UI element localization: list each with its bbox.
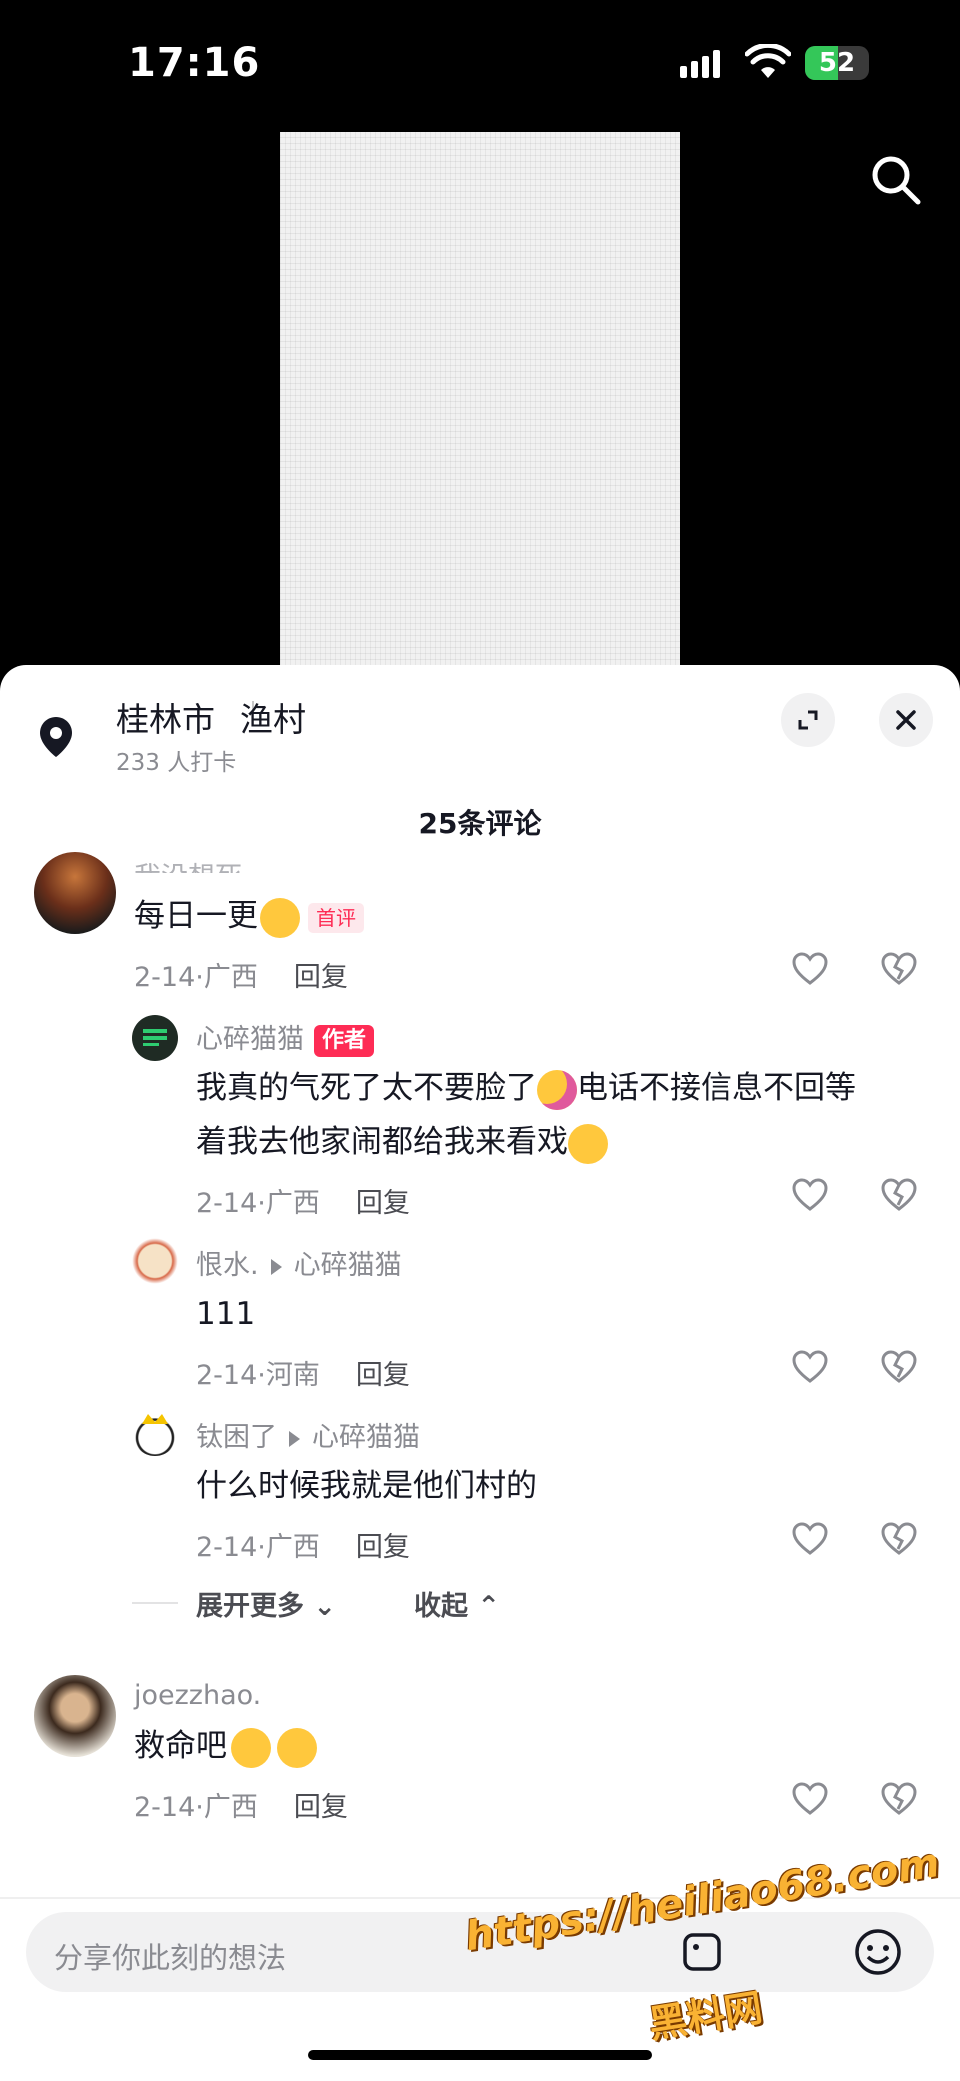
chevron-up-icon: ⌃: [477, 1591, 501, 1622]
reply-text-line1b: 电话不接信息不回等: [577, 1070, 856, 1106]
dislike-broken-heart-icon[interactable]: [879, 1519, 919, 1559]
like-heart-icon[interactable]: [790, 1779, 830, 1819]
reply-date: 2-14: [196, 1360, 258, 1391]
comment-text-content: 每日一更: [134, 898, 258, 934]
reply-username-text[interactable]: 恨水.: [196, 1250, 259, 1281]
battery-level: 52: [818, 48, 856, 78]
reply-text-line1: 我真的气死了太不要脸了: [196, 1070, 537, 1106]
comment-text: 每日一更 首评: [134, 889, 364, 943]
reply-meta: 2-14·广西 回复: [196, 1532, 410, 1563]
author-badge: 作者: [314, 1024, 375, 1057]
video-preview[interactable]: [280, 132, 680, 672]
flushed-emoji-icon: [568, 1123, 608, 1164]
comment-input-placeholder[interactable]: 分享你此刻的想法: [54, 1935, 286, 1977]
reply-username-text[interactable]: 心碎猫猫: [196, 1024, 304, 1055]
reply-username: 钛困了 心碎猫猫: [196, 1415, 420, 1454]
comment-meta: 2-14·广西 回复: [134, 962, 348, 993]
collapse-button[interactable]: 收起 ⌃: [414, 1584, 500, 1623]
reply-meta: 2-14·广西 回复: [196, 1188, 410, 1219]
expand-icon: [798, 710, 818, 730]
battery-icon: 52: [805, 46, 869, 80]
avatar[interactable]: [132, 1238, 178, 1284]
reply-button[interactable]: 回复: [294, 962, 348, 993]
reply-date: 2-14: [196, 1532, 258, 1563]
reply-username: 恨水. 心碎猫猫: [196, 1243, 402, 1282]
like-heart-icon[interactable]: [790, 1347, 830, 1387]
like-heart-icon[interactable]: [790, 949, 830, 989]
comment-username[interactable]: 我没想死: [134, 855, 242, 873]
comment-date: 2-14: [134, 1792, 196, 1823]
chevron-down-icon: ⌄: [313, 1591, 337, 1622]
like-dislike-group: [790, 1779, 919, 1819]
reply-text: 我真的气死了太不要脸了 电话不接信息不回等 着我去他家闹都给我来看戏: [196, 1061, 926, 1169]
close-icon: [896, 710, 916, 730]
comment-region: 广西: [203, 962, 258, 993]
like-heart-icon[interactable]: [790, 1175, 830, 1215]
laughing-emoji-icon: [260, 897, 300, 938]
like-dislike-group: [790, 1175, 919, 1215]
reply-button[interactable]: 回复: [356, 1360, 410, 1391]
dislike-broken-heart-icon[interactable]: [879, 1347, 919, 1387]
avatar[interactable]: [34, 1675, 116, 1757]
reply-text: 111: [196, 1296, 256, 1332]
dislike-broken-heart-icon[interactable]: [879, 949, 919, 989]
close-button[interactable]: [879, 693, 933, 747]
reply-username-text[interactable]: 钛困了: [196, 1422, 277, 1453]
reply-button[interactable]: 回复: [294, 1792, 348, 1823]
comment-count: 25条评论: [418, 807, 542, 840]
avatar[interactable]: [132, 1410, 178, 1456]
comment-date: 2-14: [134, 962, 196, 993]
like-dislike-group: [790, 949, 919, 989]
reply-region: 广西: [265, 1188, 320, 1219]
home-indicator: [308, 2050, 652, 2060]
comment-meta: 2-14·广西 回复: [134, 1792, 348, 1823]
reply-username: 心碎猫猫 作者: [196, 1017, 375, 1057]
location-place[interactable]: 渔村: [240, 693, 306, 741]
expand-more-button[interactable]: 展开更多 ⌄: [196, 1584, 336, 1623]
first-comment-badge: 首评: [308, 902, 364, 933]
comment-text: 救命吧: [134, 1719, 317, 1773]
reply-to-username[interactable]: 心碎猫猫: [294, 1250, 402, 1281]
collapse-label: 收起: [414, 1591, 468, 1622]
reply-arrow-icon: [270, 1258, 282, 1275]
comment-region: 广西: [203, 1792, 258, 1823]
reply-text-line2: 着我去他家闹都给我来看戏: [196, 1124, 568, 1160]
like-heart-icon[interactable]: [790, 1519, 830, 1559]
thread-divider: [132, 1602, 178, 1604]
like-dislike-group: [790, 1519, 919, 1559]
expand-button[interactable]: [781, 693, 835, 747]
reply-button[interactable]: 回复: [356, 1532, 410, 1563]
expand-more-label: 展开更多: [196, 1591, 304, 1622]
wifi-icon: [744, 42, 792, 84]
search-icon[interactable]: [866, 150, 926, 210]
checkin-count: 233 人打卡: [116, 750, 237, 776]
cellular-signal-icon: [680, 50, 724, 78]
dislike-broken-heart-icon[interactable]: [879, 1779, 919, 1819]
image-picker-icon[interactable]: [680, 1930, 724, 1978]
reply-date: 2-14: [196, 1188, 258, 1219]
location-pin-icon: [38, 715, 74, 763]
reply-button[interactable]: 回复: [356, 1188, 410, 1219]
dislike-broken-heart-icon[interactable]: [879, 1175, 919, 1215]
reply-to-username[interactable]: 心碎猫猫: [312, 1422, 420, 1453]
avatar[interactable]: [34, 852, 116, 934]
location-city[interactable]: 桂林市: [116, 693, 215, 741]
comment-text-content: 救命吧: [134, 1728, 227, 1764]
comment-username[interactable]: joezzhao.: [134, 1680, 261, 1711]
reply-text: 什么时候我就是他们村的: [196, 1468, 537, 1504]
dizzy-emoji-icon: [277, 1727, 317, 1768]
avatar[interactable]: [132, 1015, 178, 1061]
emoji-picker-icon[interactable]: [852, 1926, 904, 1982]
reply-meta: 2-14·河南 回复: [196, 1360, 410, 1391]
reply-region: 广西: [265, 1532, 320, 1563]
dizzy-emoji-icon: [231, 1727, 271, 1768]
like-dislike-group: [790, 1347, 919, 1387]
reply-region: 河南: [265, 1360, 320, 1391]
hug-emoji-icon: [537, 1069, 577, 1110]
reply-arrow-icon: [289, 1430, 300, 1447]
status-time: 17:16: [128, 40, 261, 86]
